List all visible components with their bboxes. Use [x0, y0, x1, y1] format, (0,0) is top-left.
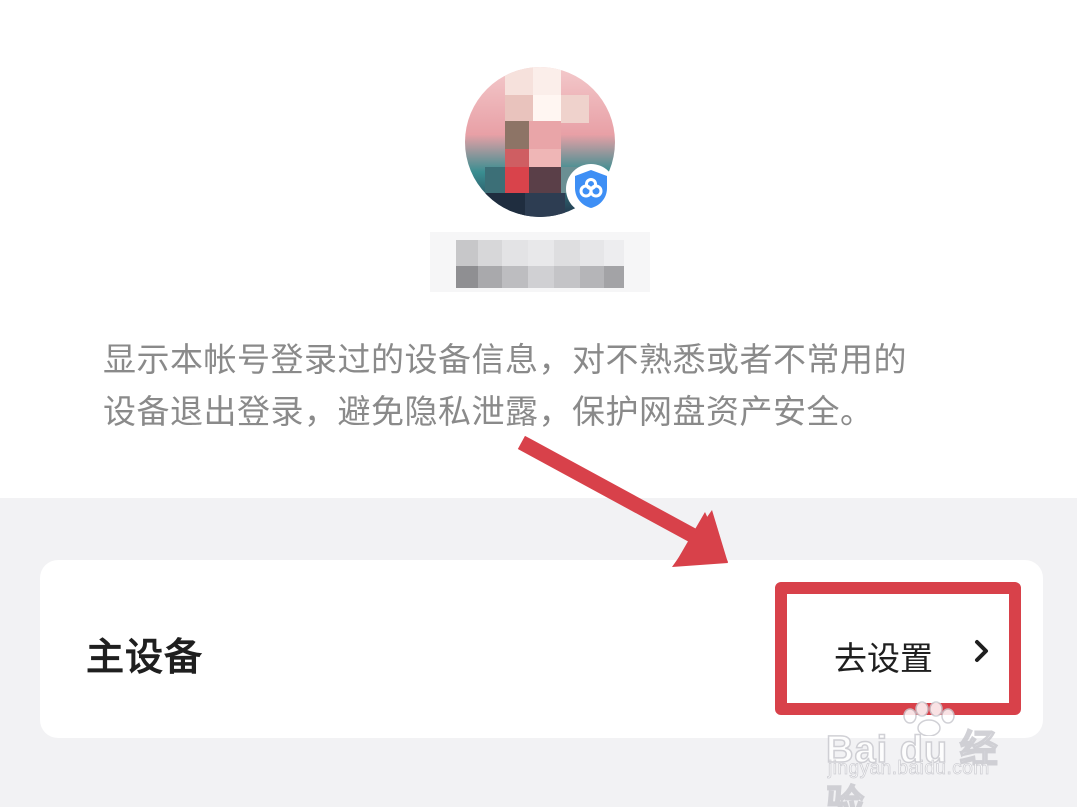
device-management-screen: 显示本帐号登录过的设备信息，对不熟悉或者不常用的 设备退出登录，避免隐私泄露，保…: [0, 0, 1077, 807]
highlight-annotation-box: [775, 582, 1021, 715]
cloud-shield-badge: [566, 164, 616, 214]
device-info-description: 显示本帐号登录过的设备信息，对不熟悉或者不常用的 设备退出登录，避免隐私泄露，保…: [103, 334, 1003, 438]
main-device-title: 主设备: [86, 635, 204, 679]
description-line-1: 显示本帐号登录过的设备信息，对不熟悉或者不常用的: [103, 340, 907, 379]
description-line-2: 设备退出登录，避免隐私泄露，保护网盘资产安全。: [103, 392, 874, 431]
baidu-jingyan-watermark: Bai du 经验 jingyan.baidu.com: [825, 700, 1036, 807]
cloud-shield-icon: [575, 170, 607, 208]
watermark-url: jingyan.baidu.com: [828, 758, 990, 780]
username: [430, 232, 650, 292]
